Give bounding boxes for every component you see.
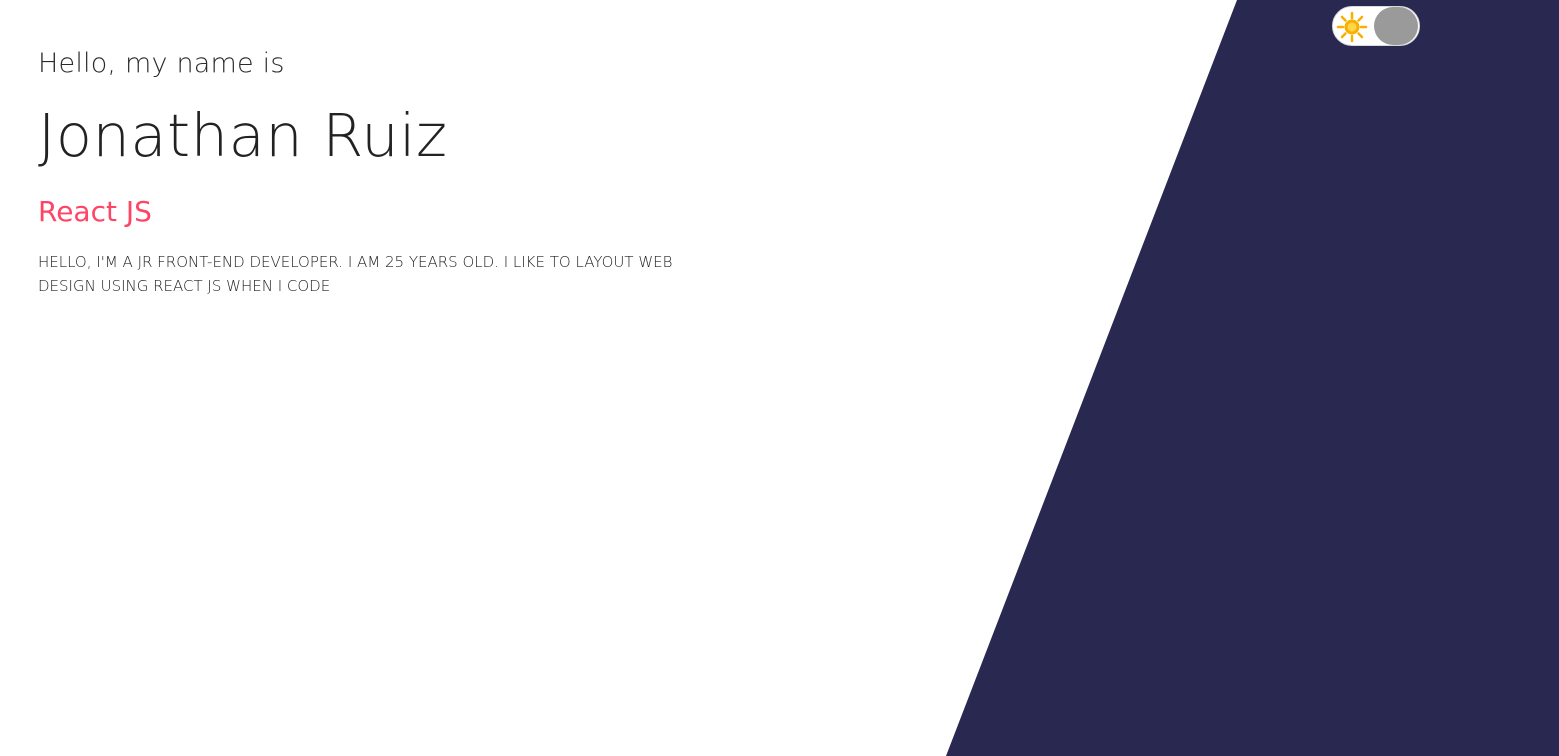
hero-intro: Hello, my name is Jonathan Ruiz React JS… bbox=[38, 44, 738, 298]
greeting-text: Hello, my name is bbox=[38, 48, 285, 79]
bio-text: HELLO, I'M A JR FRONT-END DEVELOPER. I A… bbox=[38, 253, 673, 295]
theme-toggle[interactable] bbox=[1332, 6, 1420, 46]
developer-name: Jonathan Ruiz bbox=[38, 101, 448, 170]
sun-icon bbox=[1336, 11, 1368, 43]
role-title: React JS bbox=[38, 195, 152, 228]
portfolio-page: Hello, my name is Jonathan Ruiz React JS… bbox=[0, 0, 1559, 756]
toggle-knob[interactable] bbox=[1374, 7, 1418, 45]
